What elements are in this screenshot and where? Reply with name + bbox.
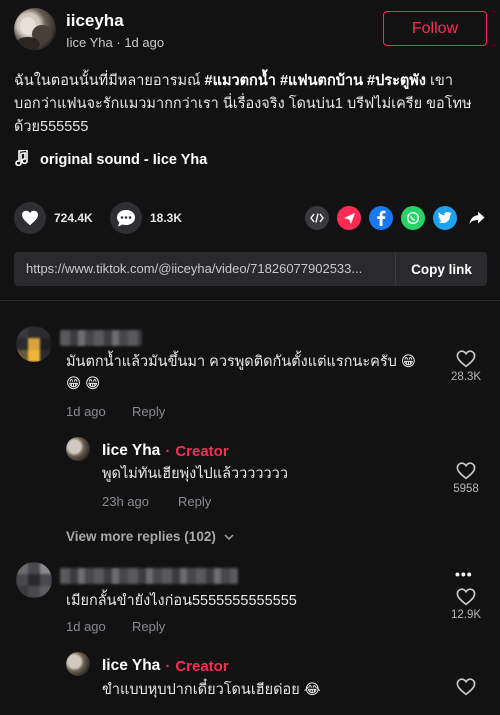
author-username[interactable]: iiceyha xyxy=(66,11,124,31)
like-count: 724.4K xyxy=(54,211,93,225)
heart-outline-icon[interactable] xyxy=(456,678,476,696)
comment-time: 1d ago xyxy=(66,619,106,634)
heart-outline-icon[interactable] xyxy=(456,462,476,480)
comment-like[interactable]: 12.9K xyxy=(441,588,491,621)
comment-time: 1d ago xyxy=(66,404,106,419)
reply-like-count: 5958 xyxy=(453,483,479,495)
heart-outline-icon[interactable] xyxy=(456,350,476,368)
author-subline: Iice Yha · 1d ago xyxy=(66,35,165,50)
creator-badge: Creator xyxy=(175,442,229,460)
comment-action[interactable]: 18.3K xyxy=(110,202,182,234)
music-note-icon xyxy=(14,149,28,170)
creator-separator: · xyxy=(165,442,171,460)
caption-text: เขา xyxy=(425,73,453,89)
post-caption: ฉันในตอนนั้นที่มีหลายอารมณ์ #แมวตกน้ำ #แ… xyxy=(14,70,490,139)
view-more-label[interactable]: View more replies (102) xyxy=(66,529,216,544)
comment-avatar[interactable] xyxy=(16,326,52,362)
comment-bubble-icon xyxy=(117,210,135,227)
twitter-icon[interactable] xyxy=(433,206,457,230)
chevron-down-icon xyxy=(224,533,234,540)
send-icon[interactable] xyxy=(337,206,361,230)
comment-button[interactable] xyxy=(110,202,142,234)
author-avatar[interactable] xyxy=(14,8,56,50)
like-action[interactable]: 724.4K xyxy=(14,202,93,234)
commenter-name-blurred[interactable] xyxy=(60,330,142,346)
reply-author-name[interactable]: Iice Yha xyxy=(102,442,160,460)
comment-avatar[interactable] xyxy=(16,562,52,598)
hashtag-link[interactable]: #ประตูพัง xyxy=(367,73,426,89)
reply-button[interactable]: Reply xyxy=(132,619,165,634)
share-bar xyxy=(305,206,489,230)
caption-text: ฉันในตอนนั้นที่มีหลายอารมณ์ xyxy=(14,73,205,89)
reply-text: พูดไม่ทันเฮียพุ่งไปแล้ววววววว xyxy=(102,466,288,482)
copy-link-button[interactable]: Copy link xyxy=(395,252,487,286)
reply-like[interactable]: 5958 xyxy=(441,462,491,495)
reply-avatar[interactable] xyxy=(66,652,90,676)
reply-time: 23h ago xyxy=(102,494,149,509)
caption-text: ด้วย555555 xyxy=(14,119,89,135)
creator-badge: Creator xyxy=(175,657,229,675)
comment-count: 18.3K xyxy=(150,211,183,225)
commenter-name-blurred[interactable] xyxy=(60,568,238,584)
reply-button[interactable]: Reply xyxy=(178,494,211,509)
post-time: 1d ago xyxy=(124,35,165,50)
reply-header: Iice Yha · Creator xyxy=(102,442,229,460)
video-link-box: https://www.tiktok.com/@iiceyha/video/71… xyxy=(14,252,487,286)
creator-separator: · xyxy=(165,657,171,675)
author-display-name[interactable]: Iice Yha xyxy=(66,35,113,50)
view-more-replies[interactable]: View more replies (102) xyxy=(66,529,234,544)
caption-text: บอกว่าแฟนจะรักแมวมากกว่าเรา นี่เรื่องจริ… xyxy=(14,96,472,112)
comment-text: เมียกลั้นขำยังไงก่อน5555555555555 xyxy=(66,593,297,609)
reply-avatar[interactable] xyxy=(66,437,90,461)
heart-icon xyxy=(22,210,38,226)
reply-text: ขำแบบหุบปากเดี๋ยวโดนเฮียด่อย 😂 xyxy=(102,682,321,698)
comment-like-count: 28.3K xyxy=(450,371,482,383)
share-arrow-icon[interactable] xyxy=(465,206,489,230)
comment-like-count: 12.9K xyxy=(450,609,482,621)
comment-like[interactable]: 28.3K xyxy=(441,350,491,383)
embed-icon[interactable] xyxy=(305,206,329,230)
sound-label[interactable]: original sound - Iice Yha xyxy=(40,152,207,168)
heart-outline-icon[interactable] xyxy=(456,588,476,606)
sound-link[interactable]: original sound - Iice Yha xyxy=(14,149,207,170)
follow-button[interactable]: Follow xyxy=(383,11,487,46)
reply-author-name[interactable]: Iice Yha xyxy=(102,657,160,675)
like-button[interactable] xyxy=(14,202,46,234)
hashtag-link[interactable]: #แมวตกน้ำ xyxy=(205,73,276,89)
reply-like[interactable] xyxy=(441,678,491,696)
hashtag-link[interactable]: #แฟนตกบ้าน xyxy=(280,73,363,89)
reply-button[interactable]: Reply xyxy=(132,404,165,419)
more-options-icon[interactable]: ••• xyxy=(455,566,473,582)
section-divider xyxy=(0,300,500,301)
comment-text: มันตกน้ำแล้วมันขึ้นมา ควรพูดติดกันตั้งแต… xyxy=(66,354,416,392)
reply-header: Iice Yha · Creator xyxy=(102,657,229,675)
whatsapp-icon[interactable] xyxy=(401,206,425,230)
facebook-icon[interactable] xyxy=(369,206,393,230)
video-link-url[interactable]: https://www.tiktok.com/@iiceyha/video/71… xyxy=(26,261,382,276)
